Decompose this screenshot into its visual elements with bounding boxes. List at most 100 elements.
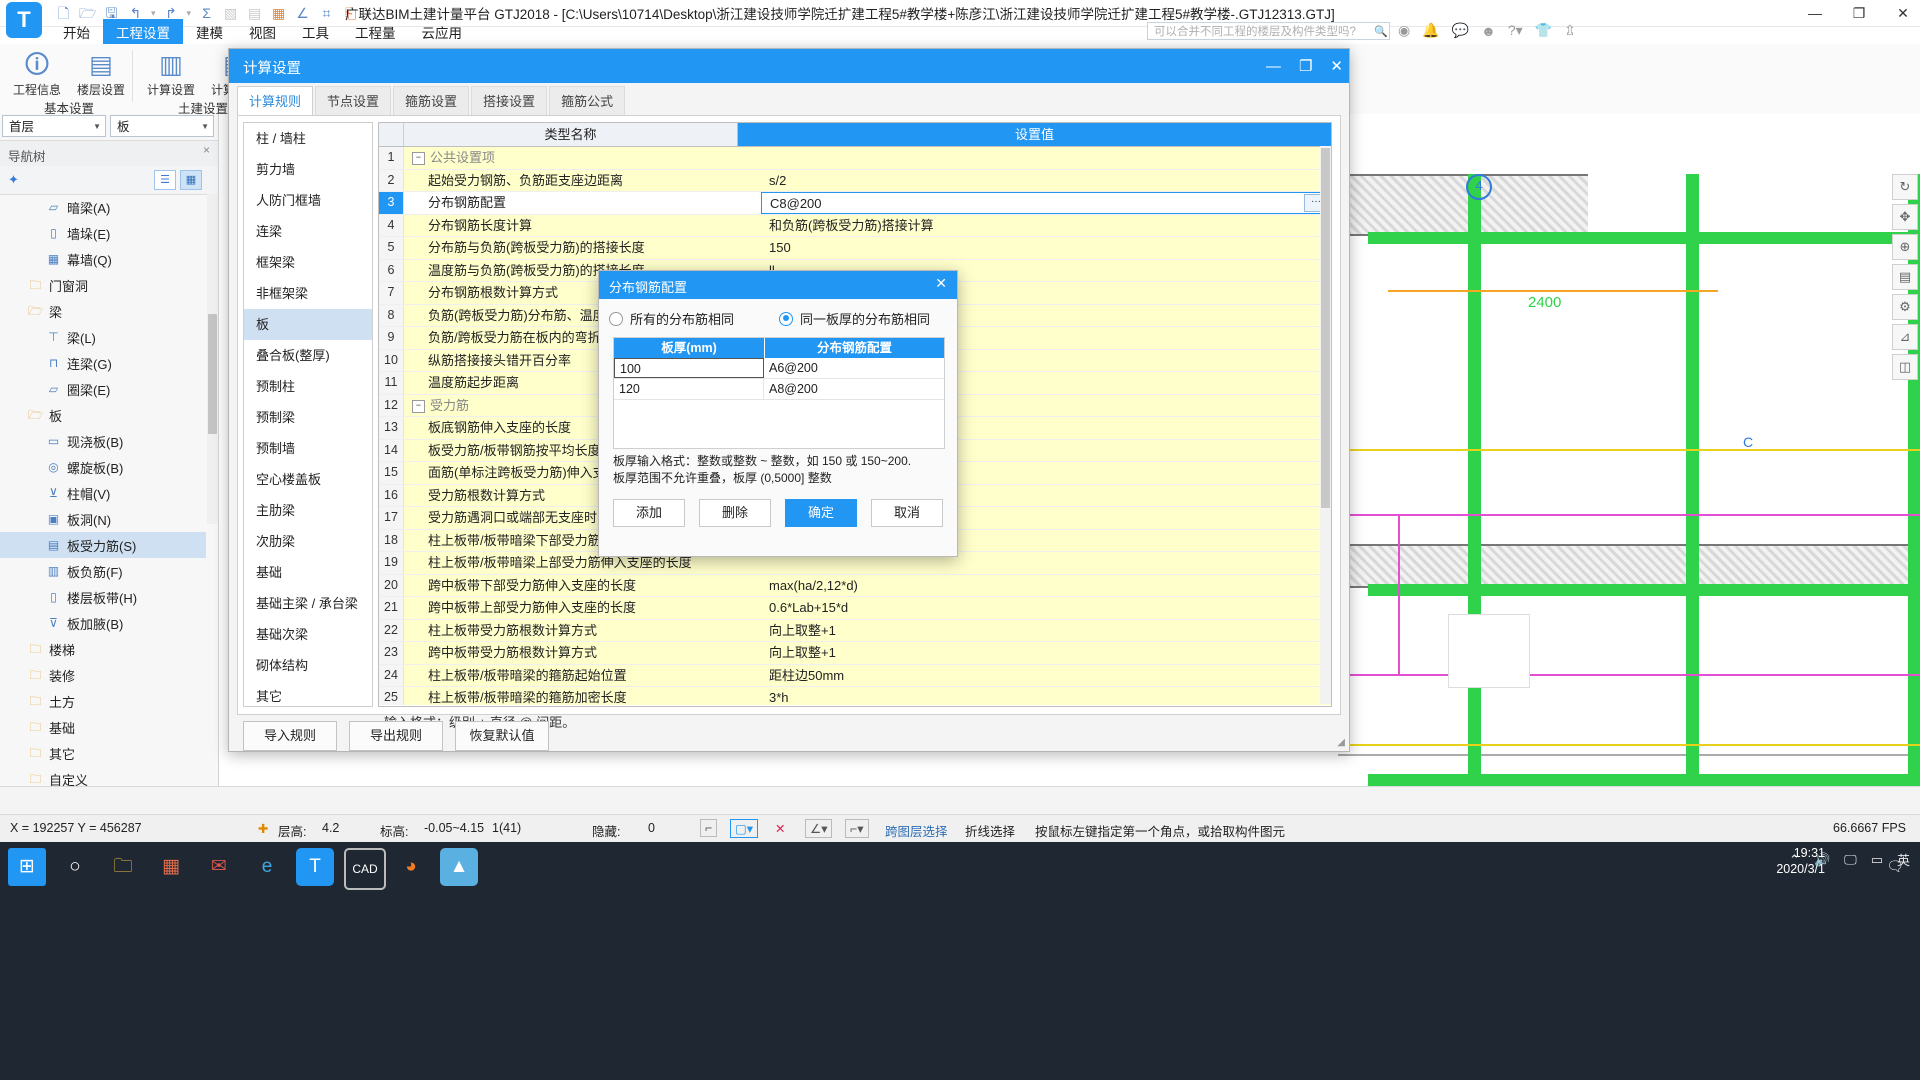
photos-icon[interactable]: ▲: [440, 848, 478, 886]
dialog-tabs[interactable]: 计算规则 节点设置 箍筋设置 搭接设置 箍筋公式: [237, 86, 626, 115]
sidebar-item-10[interactable]: ◎ 螺旋板(B): [0, 454, 206, 480]
radio-all-same[interactable]: 所有的分布筋相同: [609, 309, 779, 328]
thickness-row[interactable]: 100 A6@200: [614, 358, 944, 379]
row-type-name[interactable]: 柱上板带/板带暗梁的箍筋加密长度: [404, 687, 761, 705]
sidebar-item-9[interactable]: ▭ 现浇板(B): [0, 428, 206, 454]
sidebar-item-3[interactable]: 🗀 门窗洞: [0, 272, 206, 298]
redo-dropdown-icon[interactable]: ▾: [187, 8, 192, 19]
sidebar-item-6[interactable]: ⊓ 连梁(G): [0, 350, 206, 376]
row-type-name[interactable]: 柱上板带受力筋根数计算方式: [404, 619, 761, 641]
table-row[interactable]: 22 柱上板带受力筋根数计算方式 向上取整+1: [379, 619, 1331, 642]
chevron-down-icon[interactable]: ▼: [93, 116, 101, 138]
row-setting-value[interactable]: max(ha/2,12*d): [761, 574, 1331, 596]
row-type-name[interactable]: 分布筋与负筋(跨板受力筋)的搭接长度: [404, 237, 761, 259]
sidebar-item-13[interactable]: ▤ 板受力筋(S): [0, 532, 206, 558]
ribbon-project-info-button[interactable]: 🛈 工程信息: [6, 46, 68, 98]
category-select[interactable]: 板 ▼: [110, 115, 214, 137]
status-polyline-select[interactable]: 折线选择: [965, 821, 1015, 840]
bell-icon[interactable]: 🔔: [1422, 22, 1439, 39]
table-row[interactable]: 5 分布筋与负筋(跨板受力筋)的搭接长度 150: [379, 237, 1331, 260]
menu-item-cloud[interactable]: 云应用: [409, 19, 476, 45]
menu-item-start[interactable]: 开始: [50, 19, 103, 45]
category-item-7[interactable]: 叠合板(整厚): [244, 340, 372, 371]
account-icon[interactable]: ◉: [1398, 22, 1410, 39]
thickness-cell[interactable]: 120: [614, 379, 764, 399]
radio-same-thickness[interactable]: 同一板厚的分布筋相同: [779, 309, 930, 328]
category-item-1[interactable]: 剪力墙: [244, 154, 372, 185]
expander-icon[interactable]: −: [412, 152, 425, 166]
row-type-name[interactable]: 跨中板带下部受力筋伸入支座的长度: [404, 574, 761, 596]
dialog-close-button[interactable]: ✕: [1330, 57, 1343, 75]
sidebar-item-19[interactable]: 🗀 土方: [0, 688, 206, 714]
grid-scrollbar[interactable]: [1320, 146, 1331, 704]
category-item-5[interactable]: 非框架梁: [244, 278, 372, 309]
grid-scroll-thumb[interactable]: [1321, 148, 1330, 508]
sidebar-item-8[interactable]: 🗁 板: [0, 402, 206, 428]
row-setting-value[interactable]: [761, 147, 1331, 169]
status-cross-layer-select[interactable]: 跨图层选择: [885, 821, 948, 840]
tab-4[interactable]: 箍筋公式: [549, 86, 626, 115]
menu-item-tools[interactable]: 工具: [289, 19, 342, 45]
menu-item-project-settings[interactable]: 工程设置: [103, 19, 183, 45]
import-rules-button[interactable]: 导入规则: [243, 721, 337, 751]
resize-grip-icon[interactable]: ◢: [1337, 737, 1345, 748]
thickness-row[interactable]: 120 A8@200: [614, 379, 944, 400]
table-row[interactable]: 20 跨中板带下部受力筋伸入支座的长度 max(ha/2,12*d): [379, 574, 1331, 597]
dialog-minimize-button[interactable]: —: [1266, 58, 1281, 75]
subdialog-close-button[interactable]: ✕: [935, 275, 947, 292]
message-icon[interactable]: 💬: [1452, 22, 1469, 39]
category-item-17[interactable]: 砌体结构: [244, 650, 372, 681]
sidebar-item-11[interactable]: ⊻ 柱帽(V): [0, 480, 206, 506]
category-item-18[interactable]: 其它: [244, 681, 372, 706]
windows-icon[interactable]: ⊞: [8, 848, 46, 886]
grid-view-icon[interactable]: ▦: [180, 170, 202, 190]
sidebar-item-17[interactable]: 🗀 楼梯: [0, 636, 206, 662]
dialog-restore-button[interactable]: ❐: [1299, 57, 1312, 75]
row-setting-value[interactable]: 向上取整+1: [761, 642, 1331, 664]
row-setting-value[interactable]: 距柱边50mm: [761, 664, 1331, 686]
firefox-icon[interactable]: ◕: [392, 848, 430, 886]
rebar-cell[interactable]: A8@200: [764, 379, 944, 399]
thickness-table-rows[interactable]: 100 A6@200 120 A8@200: [614, 358, 944, 400]
canvas-tool-rotate-icon[interactable]: ↻: [1892, 174, 1918, 200]
table-row[interactable]: 3 分布钢筋配置 C8@200 ···: [379, 192, 1331, 215]
close-icon[interactable]: ×: [203, 143, 210, 157]
delete-button[interactable]: 删除: [699, 499, 771, 527]
nav-tree[interactable]: ▱ 暗梁(A) ▯ 墙垛(E) ▦ 幕墙(Q) 🗀 门窗洞 🗁 梁 ⊤ 梁(L) ⊓ 连梁(G) ▱ 圈梁(E…: [0, 194, 206, 792]
canvas-tool-settings-icon[interactable]: ⚙: [1892, 294, 1918, 320]
menu-item-modeling[interactable]: 建模: [183, 19, 236, 45]
edge-icon[interactable]: e: [248, 848, 286, 886]
sidebar-item-0[interactable]: ▱ 暗梁(A): [0, 194, 206, 220]
category-item-16[interactable]: 基础次梁: [244, 619, 372, 650]
close-button[interactable]: ✕: [1894, 5, 1912, 22]
row-setting-value[interactable]: 0.6*Lab+15*d: [761, 597, 1331, 619]
canvas-tool-pan-icon[interactable]: ✥: [1892, 204, 1918, 230]
category-item-0[interactable]: 柱 / 墙柱: [244, 123, 372, 154]
row-type-name[interactable]: 分布钢筋长度计算: [404, 214, 761, 236]
category-item-2[interactable]: 人防门框墙: [244, 185, 372, 216]
minimize-button[interactable]: —: [1806, 5, 1824, 21]
menu-item-quantity[interactable]: 工程量: [342, 19, 409, 45]
row-setting-value[interactable]: 和负筋(跨板受力筋)搭接计算: [761, 214, 1331, 236]
sparkle-icon[interactable]: ✦: [8, 172, 19, 188]
category-item-10[interactable]: 预制墙: [244, 433, 372, 464]
table-row[interactable]: 4 分布钢筋长度计算 和负筋(跨板受力筋)搭接计算: [379, 214, 1331, 237]
row-type-name[interactable]: 分布钢筋配置: [404, 192, 761, 214]
tab-3[interactable]: 搭接设置: [471, 86, 548, 115]
status-ortho-icon[interactable]: ⌐▾: [845, 819, 869, 838]
sidebar-item-14[interactable]: ▥ 板负筋(F): [0, 558, 206, 584]
list-view-icon[interactable]: ☰: [154, 170, 176, 190]
table-row[interactable]: 2 起始受力钢筋、负筋距支座边距离 s/2: [379, 169, 1331, 192]
undo-dropdown-icon[interactable]: ▾: [151, 8, 156, 19]
add-button[interactable]: 添加: [613, 499, 685, 527]
category-item-9[interactable]: 预制梁: [244, 402, 372, 433]
row-type-name[interactable]: 跨中板带上部受力筋伸入支座的长度: [404, 597, 761, 619]
sidebar-item-16[interactable]: ⊽ 板加腋(B): [0, 610, 206, 636]
sidebar-item-20[interactable]: 🗀 基础: [0, 714, 206, 740]
category-item-4[interactable]: 框架梁: [244, 247, 372, 278]
cancel-button[interactable]: 取消: [871, 499, 943, 527]
network-icon[interactable]: 🖵: [1844, 852, 1857, 868]
cad-icon[interactable]: CAD: [344, 848, 386, 890]
rebar-cell[interactable]: A6@200: [764, 358, 944, 378]
row-setting-value[interactable]: 150: [761, 237, 1331, 259]
